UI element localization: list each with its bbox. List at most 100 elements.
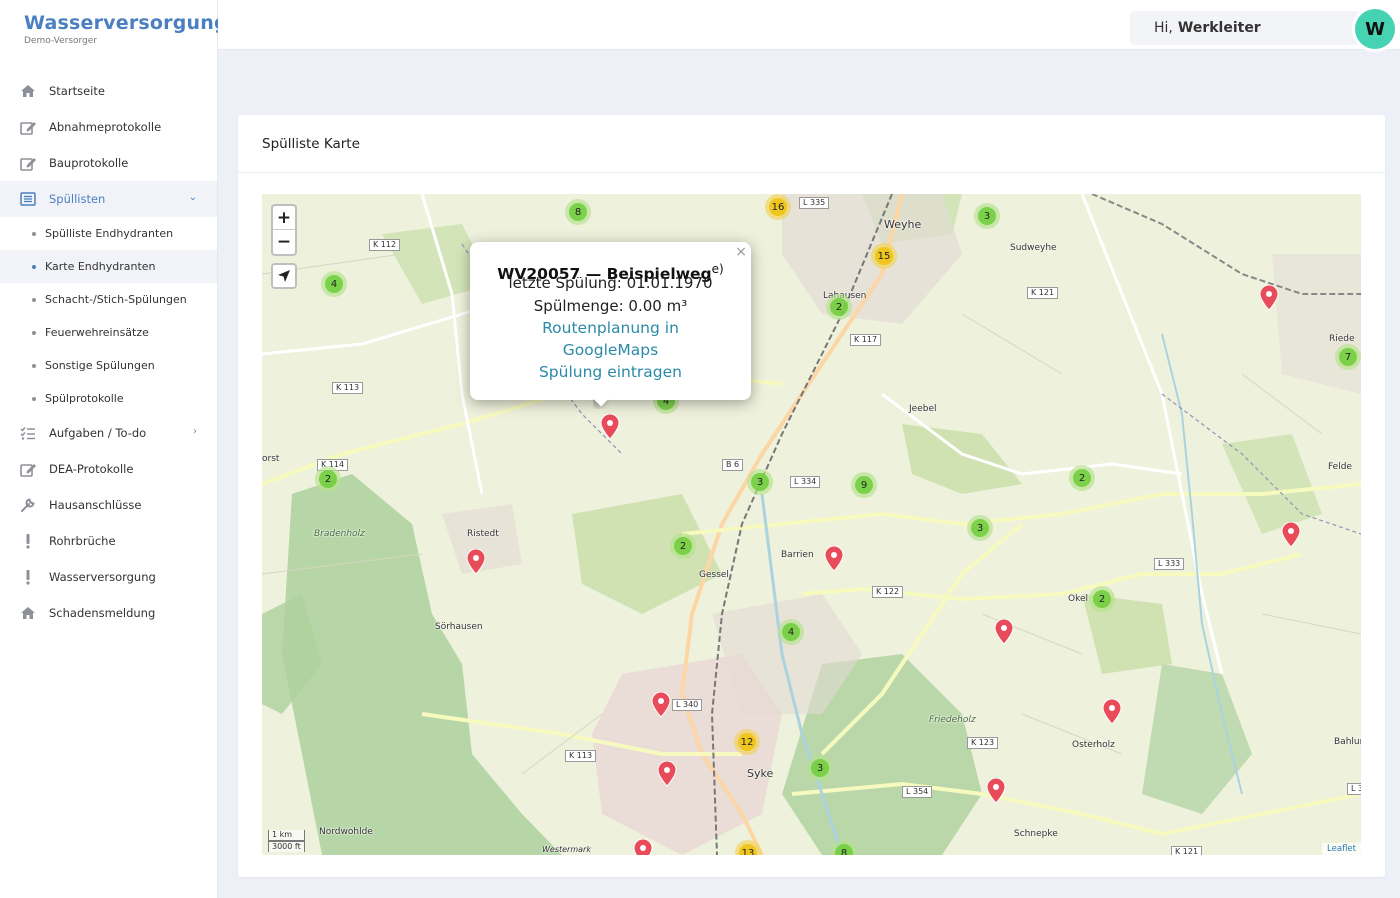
- map-card: Spülliste Karte Weyhe Sudweyhe Riede Jee…: [238, 115, 1385, 877]
- place-label: Jeebel: [909, 404, 937, 414]
- cluster-count: 9: [855, 476, 873, 494]
- sidebar-item-label: Schadensmeldung: [49, 606, 156, 620]
- sidebar-item-hausanschluesse[interactable]: Hausanschlüsse: [0, 487, 217, 523]
- avatar[interactable]: W: [1355, 9, 1395, 49]
- road-label: L 333: [1154, 558, 1185, 570]
- cluster-count: 16: [769, 198, 787, 216]
- map-pin-icon[interactable]: [600, 414, 620, 440]
- map-attribution-link[interactable]: Leaflet: [1322, 843, 1361, 855]
- sidebar-subitem-feuerwehreinsaetze[interactable]: Feuerwehreinsätze: [0, 316, 217, 349]
- marker-cluster[interactable]: 4: [778, 619, 804, 645]
- marker-cluster[interactable]: 2: [1069, 465, 1095, 491]
- home-icon: [19, 605, 37, 621]
- popup-flush-volume: Spülmenge: 0.00 m³: [533, 297, 688, 316]
- map-pin-icon[interactable]: [466, 549, 486, 575]
- marker-cluster[interactable]: 3: [747, 469, 773, 495]
- chevron-down-icon: ⌄: [188, 192, 197, 203]
- map-pin-icon[interactable]: [1259, 285, 1279, 311]
- map-tiles: [262, 194, 1361, 855]
- enter-flush-link[interactable]: Spülung eintragen: [470, 361, 751, 383]
- road-label: K 113: [565, 750, 597, 762]
- edit-icon: [19, 461, 37, 477]
- sidebar-subitem-karte-endhydranten[interactable]: Karte Endhydranten: [0, 250, 217, 283]
- map-pin-icon[interactable]: [1102, 699, 1122, 725]
- page-title: Spülliste Karte: [238, 115, 1385, 173]
- map-pin-icon[interactable]: [986, 778, 1006, 804]
- road-label: K 121: [1027, 287, 1059, 299]
- wrench-icon: [19, 497, 37, 513]
- road-label: K 122: [872, 586, 904, 598]
- road-label: L 35: [1347, 783, 1361, 795]
- cluster-count: 3: [811, 759, 829, 777]
- cluster-count: 7: [1339, 348, 1357, 366]
- map-pin-icon[interactable]: [633, 839, 653, 855]
- bullet-icon: [32, 330, 36, 335]
- scale-km: 1 km: [268, 830, 305, 841]
- place-label: Sudweyhe: [1010, 243, 1057, 253]
- locate-button[interactable]: [271, 263, 297, 289]
- sidebar-item-startseite[interactable]: Startseite: [0, 73, 217, 109]
- sidebar-item-rohrbrueche[interactable]: Rohrbrüche: [0, 523, 217, 559]
- cluster-count: 3: [978, 207, 996, 225]
- marker-cluster[interactable]: 9: [851, 472, 877, 498]
- sidebar-item-bauprotokolle[interactable]: Bauprotokolle: [0, 145, 217, 181]
- marker-cluster[interactable]: 2: [826, 294, 852, 320]
- map-pin-icon[interactable]: [994, 619, 1014, 645]
- sidebar-item-aufgaben[interactable]: Aufgaben / To-do ›: [0, 415, 217, 451]
- checklist-icon: [19, 425, 37, 441]
- sidebar-item-dea-protokolle[interactable]: DEA-Protokolle: [0, 451, 217, 487]
- sidebar-subitem-spuelprotokolle[interactable]: Spülprotokolle: [0, 382, 217, 415]
- place-label: Gessel: [699, 570, 729, 580]
- marker-cluster[interactable]: 15: [871, 243, 897, 269]
- place-label: Westermark: [542, 845, 591, 854]
- map-pin-icon[interactable]: [657, 761, 677, 787]
- sidebar-subitem-schacht-stich-spuelungen[interactable]: Schacht-/Stich-Spülungen: [0, 283, 217, 316]
- sidebar-item-abnahmeprotokolle[interactable]: Abnahmeprotokolle: [0, 109, 217, 145]
- sidebar: Wasserversorgung Demo-Versorger Startsei…: [0, 0, 228, 898]
- bullet-icon: [32, 231, 36, 236]
- map-pin-icon[interactable]: [651, 692, 671, 718]
- cluster-count: 2: [674, 537, 692, 555]
- marker-cluster[interactable]: 8: [565, 199, 591, 225]
- map-pin-icon[interactable]: [1281, 522, 1301, 548]
- cluster-count: 2: [830, 298, 848, 316]
- sidebar-subitem-sonstige-spuelungen[interactable]: Sonstige Spülungen: [0, 349, 217, 382]
- marker-cluster[interactable]: 2: [1089, 586, 1115, 612]
- cluster-count: 3: [751, 473, 769, 491]
- bullet-icon: [32, 297, 36, 302]
- marker-cluster[interactable]: 7: [1335, 344, 1361, 370]
- marker-cluster[interactable]: 16: [765, 194, 791, 220]
- close-icon[interactable]: ×: [735, 244, 747, 260]
- sidebar-item-spuellisten[interactable]: Spüllisten ⌄: [0, 181, 217, 217]
- zoom-out-button[interactable]: −: [273, 230, 295, 254]
- scale-ft: 3000 ft: [268, 841, 305, 852]
- place-label: Bradenholz: [314, 529, 365, 539]
- place-label: Felde: [1328, 462, 1352, 472]
- sidebar-item-label: Bauprotokolle: [49, 156, 129, 170]
- route-planning-link[interactable]: Routenplanung in GoogleMaps: [470, 317, 751, 361]
- place-label: Barrien: [781, 550, 814, 560]
- brand[interactable]: Wasserversorgung Demo-Versorger: [0, 0, 228, 62]
- map-view[interactable]: Weyhe Sudweyhe Lahausen Riede Jeebel Ris…: [262, 194, 1361, 855]
- sidebar-item-wasserversorgung[interactable]: Wasserversorgung: [0, 559, 217, 595]
- sidebar-nav: Startseite Abnahmeprotokolle Bauprotokol…: [0, 73, 217, 631]
- marker-cluster[interactable]: 12: [734, 729, 760, 755]
- place-label: Schnepke: [1014, 829, 1058, 839]
- marker-cluster[interactable]: 2: [670, 533, 696, 559]
- marker-cluster[interactable]: 2: [315, 466, 341, 492]
- marker-cluster[interactable]: 3: [974, 203, 1000, 229]
- user-greeting[interactable]: Hi, Werkleiter: [1130, 11, 1360, 45]
- marker-cluster[interactable]: 3: [807, 755, 833, 781]
- list-icon: [19, 191, 37, 207]
- sidebar-item-schadensmeldung[interactable]: Schadensmeldung: [0, 595, 217, 631]
- place-label: Riede: [1329, 334, 1355, 344]
- brand-subtitle: Demo-Versorger: [24, 36, 98, 46]
- cluster-count: 2: [319, 470, 337, 488]
- marker-cluster[interactable]: 3: [967, 515, 993, 541]
- zoom-in-button[interactable]: +: [273, 206, 295, 230]
- sidebar-subitem-spuelliste-endhydranten[interactable]: Spülliste Endhydranten: [0, 217, 217, 250]
- bullet-icon: [32, 264, 36, 269]
- location-arrow-icon: [278, 270, 290, 282]
- map-pin-icon[interactable]: [824, 546, 844, 572]
- marker-cluster[interactable]: 4: [321, 271, 347, 297]
